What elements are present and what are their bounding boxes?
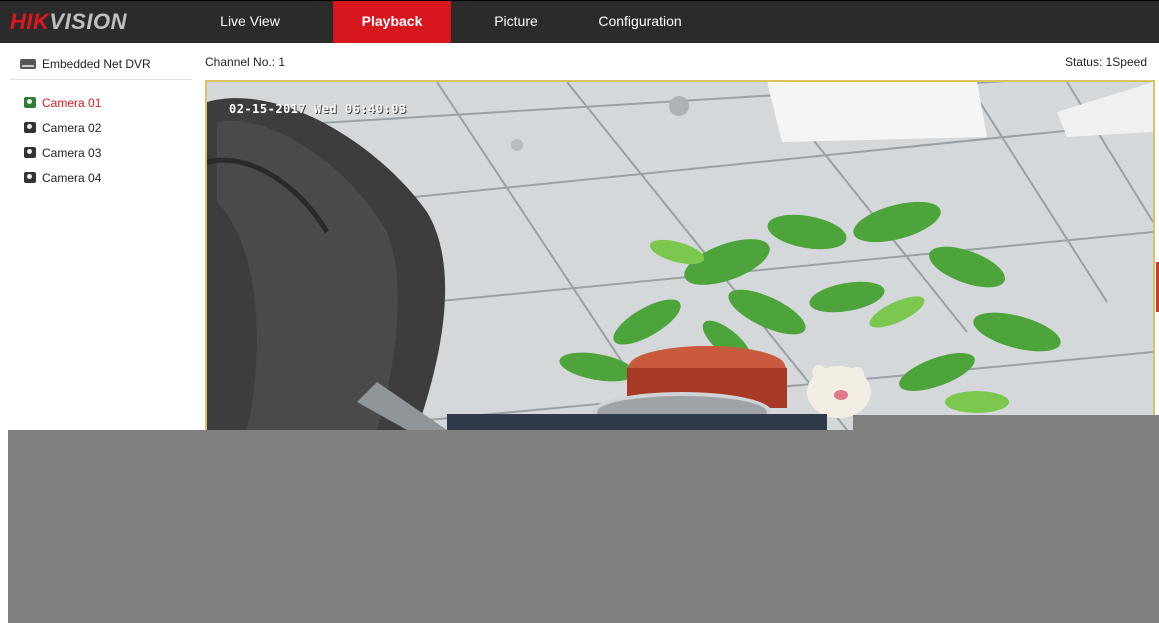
dvr-icon — [20, 59, 36, 69]
video-frame-image — [207, 82, 1153, 430]
camera-list: Camera 01 Camera 02 Camera 03 Camera 04 — [24, 90, 101, 190]
camera-item-03[interactable]: Camera 03 — [24, 140, 101, 165]
camera-label: Camera 02 — [42, 120, 102, 135]
camera-label: Camera 03 — [42, 145, 102, 160]
camera-icon — [24, 97, 36, 108]
tab-configuration[interactable]: Configuration — [580, 1, 700, 43]
tab-picture[interactable]: Picture — [474, 1, 558, 43]
tab-playback[interactable]: Playback — [333, 1, 451, 43]
playback-status: Status: 1Speed — [1064, 55, 1147, 69]
camera-item-04[interactable]: Camera 04 — [24, 165, 101, 190]
video-timestamp-osd: 02-15-2017 Wed 06:40:03 — [229, 102, 407, 116]
camera-item-01[interactable]: Camera 01 — [24, 90, 101, 115]
channel-number: Channel No.: 1 — [205, 55, 286, 69]
camera-item-02[interactable]: Camera 02 — [24, 115, 101, 140]
camera-icon — [24, 147, 36, 158]
top-nav-bar: HIKVISION Live View Playback Picture Con… — [0, 1, 1159, 43]
sidebar-divider — [10, 79, 192, 80]
redaction-overlay-top — [853, 415, 1159, 430]
camera-icon — [24, 172, 36, 183]
video-player[interactable]: 02-15-2017 Wed 06:40:03 — [205, 80, 1155, 432]
camera-label: Camera 04 — [42, 170, 102, 185]
camera-label: Camera 01 — [42, 95, 102, 110]
camera-icon — [24, 122, 36, 133]
device-label: Embedded Net DVR — [42, 57, 151, 71]
hikvision-logo: HIKVISION — [10, 9, 127, 34]
device-sidebar: Embedded Net DVR Camera 01 Camera 02 Cam… — [0, 43, 195, 430]
device-tree-root[interactable]: Embedded Net DVR — [20, 57, 151, 71]
redaction-overlay — [8, 430, 1159, 623]
tab-live-view[interactable]: Live View — [208, 1, 292, 43]
